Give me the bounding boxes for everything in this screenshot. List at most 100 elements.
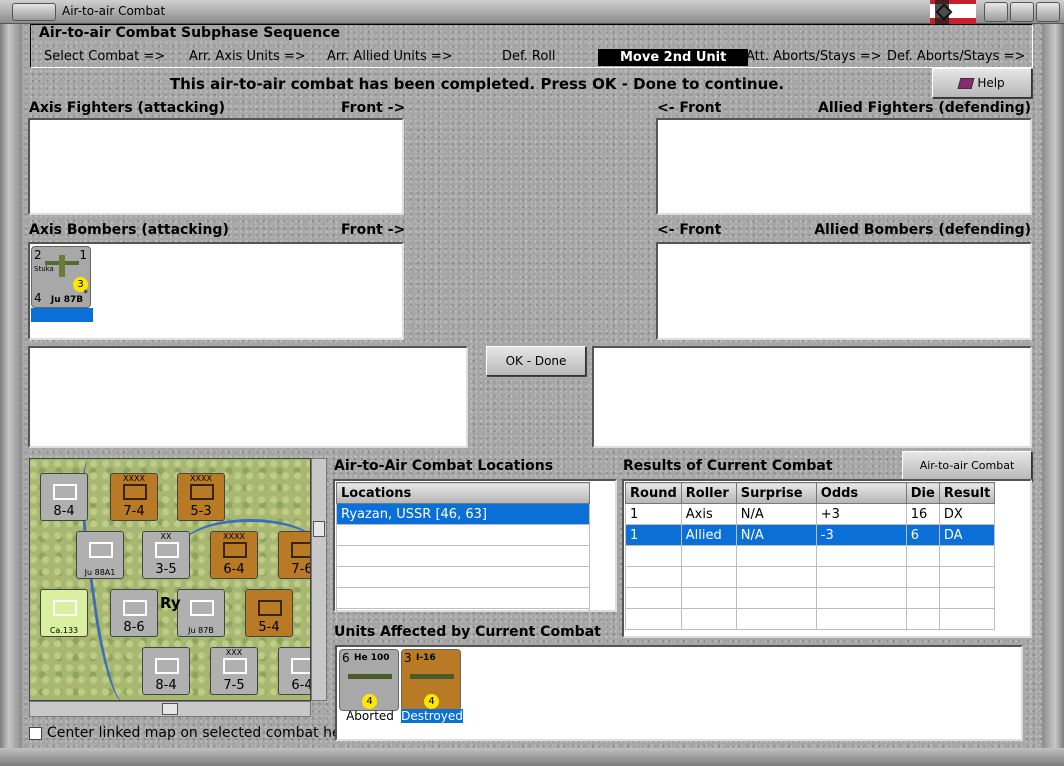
map-counter-label: 8-4 (155, 678, 177, 693)
affected-unit-status: Aborted (346, 709, 394, 723)
bomber-counter[interactable]: 2 1 3 4 Ju 87B Stuka * (31, 246, 91, 308)
location-row[interactable]: Ryazan, USSR [46, 63] (336, 503, 590, 525)
results-cell (938, 608, 996, 630)
results-column-header[interactable]: Result (938, 482, 996, 504)
map-counter-label: 6-4 (291, 678, 311, 693)
unit-symbol-icon (89, 542, 113, 558)
results-column-header[interactable]: Round (625, 482, 682, 504)
affected-units-box[interactable]: 6 He 100 4 Aborted 3 I-16 4 Destroyed (335, 645, 1023, 741)
unit-symbol-icon (155, 542, 179, 558)
results-cell (680, 587, 737, 609)
map-counter[interactable]: Ju 88A1 (76, 531, 124, 579)
map-counter[interactable]: 8-4 (40, 473, 88, 521)
location-row[interactable] (336, 587, 590, 609)
results-cell (815, 608, 907, 630)
results-column-header[interactable]: Surprise (735, 482, 817, 504)
results-cell (905, 587, 940, 609)
map-counter[interactable]: 8-6 (110, 589, 158, 637)
unit-symbol-icon (258, 600, 282, 616)
nation-flag-icon (930, 0, 976, 24)
counter-attack: 3 (404, 651, 412, 665)
location-cell (336, 587, 590, 609)
results-cell: Axis (680, 503, 737, 525)
locations-list[interactable]: Locations Ryazan, USSR [46, 63] (333, 479, 617, 630)
step-def-aborts: Def. Aborts/Stays => (887, 49, 1026, 64)
axis-bombers-box[interactable]: 2 1 3 4 Ju 87B Stuka * (28, 242, 404, 340)
results-cell: N/A (735, 524, 817, 546)
map-hscrollbar[interactable] (29, 701, 311, 717)
allied-fighters-box[interactable] (656, 118, 1032, 215)
location-row[interactable] (336, 524, 590, 546)
location-cell (336, 545, 590, 567)
counter-attack: 2 (34, 248, 42, 262)
axis-bombers-front-label: Front -> (341, 222, 406, 238)
results-column-header[interactable]: Odds (815, 482, 907, 504)
results-cell: 1 (625, 524, 682, 546)
results-row[interactable]: 1 Allied N/A -3 6 DA (625, 524, 996, 546)
map-counter[interactable]: XX 3-5 (142, 531, 190, 579)
step-select-combat: Select Combat => (44, 49, 166, 64)
bomber-selection-bar (31, 308, 93, 322)
air-combat-window: Air-to-air Combat Air-to-air Combat Subp… (0, 0, 1064, 766)
results-row[interactable] (625, 545, 996, 567)
results-row[interactable] (625, 566, 996, 588)
location-row[interactable] (336, 545, 590, 567)
results-row[interactable] (625, 608, 996, 630)
affected-unit-counter[interactable]: 3 I-16 4 (401, 649, 461, 711)
results-cell (680, 566, 737, 588)
map-counter[interactable]: XXX 7-5 (210, 647, 258, 695)
map-counter[interactable]: 8-4 (142, 647, 190, 695)
maximize-button[interactable] (1010, 2, 1034, 22)
results-row[interactable]: 1 Axis N/A +3 16 DX (625, 503, 996, 525)
title-bar[interactable]: Air-to-air Combat (0, 0, 1064, 24)
axis-fighters-box[interactable] (28, 118, 404, 215)
map-counter-label: 6-4 (223, 562, 245, 577)
help-label: Help (977, 76, 1005, 90)
center-map-checkbox[interactable] (29, 727, 42, 740)
allied-fighters-label: Allied Fighters (defending) (818, 100, 1031, 116)
affected-unit-counter[interactable]: 6 He 100 4 (339, 649, 399, 711)
map-counter[interactable]: Ju 87B (177, 589, 225, 637)
map-counter[interactable]: XXXX 6-4 (210, 531, 258, 579)
map-vscrollbar[interactable] (311, 458, 327, 701)
map-counter-label: 7-6 (291, 562, 311, 577)
results-cell (680, 545, 737, 567)
minimize-button[interactable] (984, 2, 1008, 22)
results-row[interactable] (625, 587, 996, 609)
unit-symbol-icon (190, 484, 214, 500)
affected-unit-status: Destroyed (401, 709, 463, 723)
map-counter[interactable]: XXXX 7-4 (110, 473, 158, 521)
map-counter[interactable]: 7-6 (278, 531, 311, 579)
map-counter[interactable]: 5-4 (245, 589, 293, 637)
results-column-header[interactable]: Die (905, 482, 940, 504)
results-cell (735, 566, 817, 588)
results-title: Results of Current Combat (623, 458, 833, 474)
map-hscroll-thumb[interactable] (162, 703, 178, 715)
counter-name: He 100 (354, 653, 390, 663)
axis-info-box (28, 346, 468, 448)
allied-bombers-box[interactable] (656, 242, 1032, 340)
counter-type: Stuka (34, 265, 54, 273)
location-row[interactable] (336, 566, 590, 588)
map-counter[interactable]: 6-4 (278, 647, 311, 695)
step-arr-axis: Arr. Axis Units => (189, 49, 306, 64)
frame-right (1042, 24, 1064, 766)
close-button[interactable] (1036, 2, 1060, 22)
results-table: Round Roller Surprise Odds Die Result 1 Axis N/… (625, 482, 996, 630)
results-cell (625, 608, 682, 630)
ok-done-button[interactable]: OK - Done (486, 346, 586, 376)
help-button[interactable]: Help (932, 68, 1032, 98)
results-list[interactable]: Round Roller Surprise Odds Die Result 1 Axis N/… (622, 479, 1032, 638)
system-menu-button[interactable] (12, 3, 56, 21)
results-cell: DA (938, 524, 996, 546)
map-counter[interactable]: Ca.133 (40, 589, 88, 637)
air-combat-chart-button[interactable]: Air-to-air Combat Chart (902, 451, 1032, 500)
map-vscroll-thumb[interactable] (313, 521, 325, 537)
step-move-2nd-unit: Move 2nd Unit (598, 49, 749, 66)
map-counter[interactable]: XXXX 5-3 (177, 473, 225, 521)
results-cell: 1 (625, 503, 682, 525)
linked-map[interactable]: 8-4 XXXX 7-4 XXXX 5-3 Ju 88A1 XX 3-5 XXXX 6-4 7-6 C… (29, 458, 311, 701)
window-controls (984, 2, 1060, 22)
counter-star: * (83, 289, 89, 299)
results-column-header[interactable]: Roller (680, 482, 737, 504)
